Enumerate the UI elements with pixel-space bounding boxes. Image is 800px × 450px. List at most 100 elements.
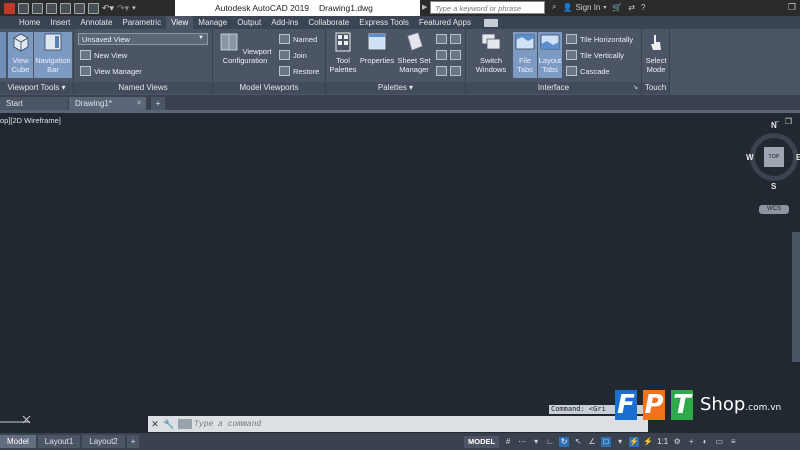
ucs-icon-button[interactable] — [0, 32, 6, 78]
selection-cycling-icon[interactable]: ▾ — [615, 437, 625, 447]
ribbon-minimize-icon[interactable] — [483, 18, 498, 27]
cart-icon[interactable]: 🛒 — [612, 3, 622, 12]
wrench-icon[interactable]: 🔧 — [162, 417, 176, 431]
viewport-controls-label[interactable]: op][2D Wireframe] — [0, 116, 61, 125]
grid-icon[interactable]: # — [503, 437, 513, 447]
cascade-button[interactable]: Cascade — [566, 64, 610, 78]
model-space-button[interactable]: MODEL — [464, 435, 500, 448]
layout-tab-layout1[interactable]: Layout1 — [37, 435, 81, 448]
tile-horizontally-button[interactable]: Tile Horizontally — [566, 32, 633, 46]
tool-palettes-icon — [335, 32, 351, 52]
command-input[interactable]: Type a command — [194, 420, 261, 429]
customize-qat-icon[interactable]: ▾ — [132, 4, 136, 12]
file-tab-drawing[interactable]: Drawing1* ✕ — [69, 97, 146, 110]
join-button[interactable]: Join — [279, 48, 307, 62]
exchange-icon[interactable]: ⇄ — [628, 3, 635, 12]
east-label[interactable]: E — [796, 153, 800, 162]
close-icon[interactable]: ✕ — [136, 97, 142, 110]
open-icon[interactable] — [32, 2, 43, 14]
properties-button[interactable]: Properties — [359, 32, 395, 78]
external-refs-icon[interactable] — [450, 50, 461, 60]
west-label[interactable]: W — [746, 153, 754, 162]
isolate-objects-icon[interactable]: ◐ — [700, 437, 710, 447]
tab-output[interactable]: Output — [232, 16, 266, 29]
south-label[interactable]: S — [771, 182, 776, 191]
view-manager-button[interactable]: View Manager — [80, 64, 142, 78]
save-as-icon[interactable] — [60, 2, 71, 14]
tab-parametric[interactable]: Parametric — [117, 16, 166, 29]
add-layout-button[interactable]: + — [126, 435, 140, 448]
restore-icon[interactable]: ❐ — [788, 2, 796, 13]
navigation-bar-button[interactable]: Navigation Bar — [34, 32, 72, 78]
tool-palettes-button[interactable]: Tool Palettes — [328, 32, 358, 78]
tab-view[interactable]: View — [166, 16, 194, 29]
snap-icon[interactable]: ⋯ — [517, 437, 527, 447]
viewcube[interactable]: TOP N S W E — [746, 121, 800, 193]
palettes-label[interactable]: Palettes ▾ — [326, 82, 465, 94]
chevron-down-icon[interactable]: ▾ — [531, 437, 541, 447]
maximize-viewport-icon[interactable]: ❐ — [785, 117, 792, 126]
search-input[interactable]: Type a keyword or phrase — [430, 1, 545, 14]
viewport-tools-label[interactable]: Viewport Tools ▾ — [0, 82, 73, 94]
close-icon[interactable]: ✕ — [148, 417, 162, 431]
view-cube-button[interactable]: View Cube — [8, 32, 33, 78]
gear-icon[interactable]: ⚙ — [672, 437, 682, 447]
plot-icon[interactable] — [88, 2, 99, 14]
autocad-app-icon[interactable] — [4, 2, 15, 14]
tab-home[interactable]: Home — [14, 16, 45, 29]
drawing-canvas[interactable]: op][2D Wireframe] – ❐ — [0, 113, 800, 433]
layout-tab-layout2[interactable]: Layout2 — [82, 435, 125, 448]
isodraft-icon[interactable]: ↖ — [573, 437, 583, 447]
tab-featured-apps[interactable]: Featured Apps — [414, 16, 476, 29]
clean-screen-icon[interactable]: ▭ — [714, 437, 724, 447]
dialog-launcher-icon[interactable]: ↘ — [633, 82, 638, 94]
navigation-bar[interactable] — [792, 232, 800, 362]
undo-icon[interactable]: ↶▾ — [102, 3, 114, 14]
command-prompt-icon[interactable] — [178, 419, 192, 429]
tab-express-tools[interactable]: Express Tools — [354, 16, 414, 29]
object-snap-icon[interactable]: □ — [601, 436, 612, 447]
save-icon[interactable] — [46, 2, 57, 14]
tab-annotate[interactable]: Annotate — [75, 16, 117, 29]
plus-icon[interactable]: + — [686, 437, 696, 447]
markup-icon[interactable] — [436, 34, 447, 44]
sheet-set-manager-button[interactable]: Sheet Set Manager — [396, 32, 432, 78]
file-tabs-button[interactable]: File Tabs — [513, 32, 537, 78]
switch-windows-button[interactable]: Switch Windows — [470, 32, 512, 78]
redo-icon[interactable]: ↷▾ — [117, 3, 129, 14]
wcs-menu[interactable]: WCS — [759, 205, 789, 214]
menu-icon[interactable]: ≡ — [728, 437, 738, 447]
object-snap-tracking-icon[interactable]: ∠ — [587, 437, 597, 447]
layer-icon[interactable] — [436, 66, 447, 76]
select-mode-button[interactable]: Select Mode — [642, 32, 670, 78]
tab-insert[interactable]: Insert — [45, 16, 75, 29]
help-icon[interactable]: ? — [641, 3, 645, 12]
tab-collaborate[interactable]: Collaborate — [303, 16, 354, 29]
viewcube-top-face[interactable]: TOP — [764, 147, 784, 167]
named-view-dropdown[interactable]: Unsaved View ▼ — [78, 33, 208, 45]
tab-manage[interactable]: Manage — [193, 16, 232, 29]
annotation-scale[interactable]: 1:1 — [657, 437, 668, 446]
auto-scale-icon[interactable]: ⚡ — [643, 437, 653, 447]
north-label[interactable]: N — [771, 121, 777, 130]
design-center-icon[interactable] — [436, 50, 447, 60]
ortho-icon[interactable]: ∟ — [545, 437, 555, 447]
search-icon[interactable]: ⌕ — [552, 2, 556, 12]
new-file-tab-button[interactable]: + — [151, 97, 165, 110]
block-icon[interactable] — [450, 66, 461, 76]
layout-tab-model[interactable]: Model — [0, 435, 36, 448]
file-tab-start[interactable]: Start — [0, 97, 68, 110]
quickcalc-icon[interactable] — [450, 34, 461, 44]
annotation-visibility-icon[interactable]: ⚡ — [629, 436, 640, 447]
tile-vertically-button[interactable]: Tile Vertically — [566, 48, 624, 62]
named-viewports-button[interactable]: Named — [279, 32, 317, 46]
restore-button[interactable]: Restore — [279, 64, 319, 78]
tab-add-ins[interactable]: Add-ins — [266, 16, 303, 29]
polar-icon[interactable]: ↻ — [559, 436, 570, 447]
new-icon[interactable] — [18, 2, 29, 14]
new-view-button[interactable]: New View — [80, 48, 127, 62]
upload-icon[interactable] — [74, 2, 85, 14]
layout-tabs-button[interactable]: Layout Tabs — [538, 32, 562, 78]
viewport-configuration-button[interactable]: Viewport Configuration — [217, 32, 273, 78]
signin-button[interactable]: 👤 Sign In ▾ — [562, 3, 606, 12]
